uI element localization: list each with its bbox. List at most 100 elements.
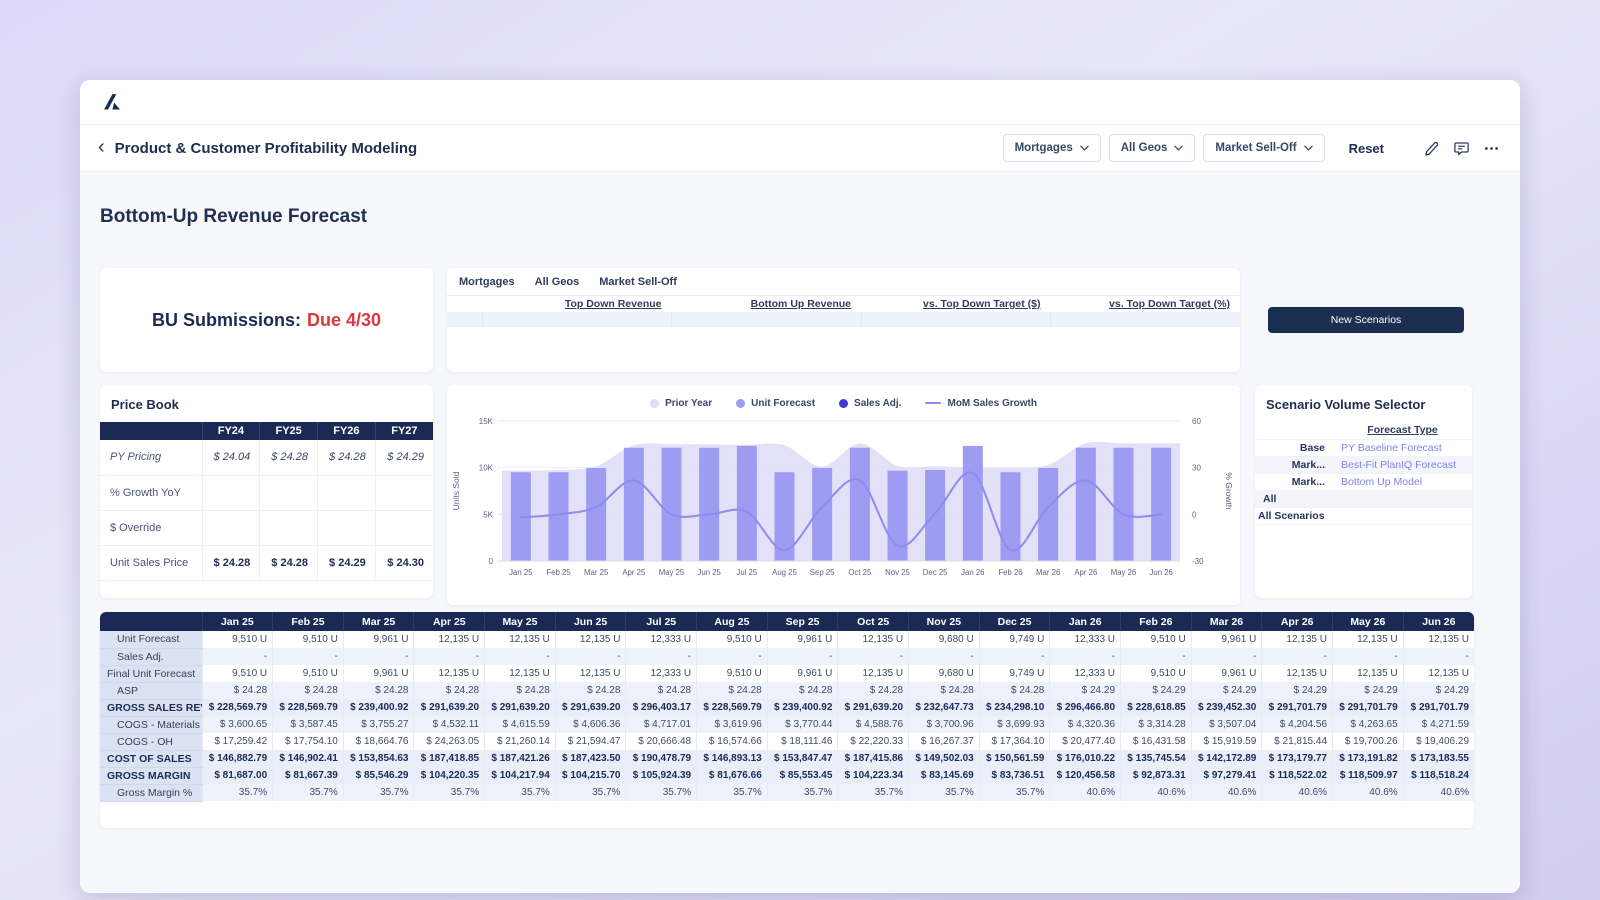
- filter-dropdown-market-sell-off[interactable]: Market Sell-Off: [1203, 134, 1324, 162]
- forecast-cell[interactable]: $ 17,754.10: [273, 733, 344, 750]
- forecast-cell[interactable]: 35.7%: [838, 784, 909, 801]
- forecast-cell[interactable]: $ 24.29: [1191, 682, 1262, 699]
- forecast-cell[interactable]: 12,135 U: [555, 665, 626, 682]
- ellipsis-icon[interactable]: [1483, 140, 1500, 157]
- forecast-cell[interactable]: $ 18,111.46: [767, 733, 838, 750]
- forecast-cell[interactable]: 12,333 U: [626, 631, 697, 648]
- forecast-cell[interactable]: $ 17,364.10: [979, 733, 1050, 750]
- forecast-cell[interactable]: $ 21,815.44: [1262, 733, 1333, 750]
- forecast-cell[interactable]: $ 24.28: [979, 682, 1050, 699]
- forecast-cell[interactable]: 35.7%: [273, 784, 344, 801]
- forecast-cell[interactable]: 9,510 U: [273, 631, 344, 648]
- filter-dropdown-all-geos[interactable]: All Geos: [1109, 134, 1196, 162]
- forecast-cell[interactable]: 12,135 U: [1333, 665, 1404, 682]
- forecast-cell[interactable]: -: [1191, 648, 1262, 665]
- forecast-cell[interactable]: $ 135,745.54: [1121, 750, 1192, 767]
- forecast-cell[interactable]: -: [909, 648, 980, 665]
- forecast-cell[interactable]: -: [1262, 648, 1333, 665]
- forecast-cell[interactable]: 9,749 U: [979, 665, 1050, 682]
- forecast-cell[interactable]: $ 173,179.77: [1262, 750, 1333, 767]
- forecast-cell[interactable]: $ 239,452.30: [1191, 699, 1262, 716]
- forecast-cell[interactable]: -: [626, 648, 697, 665]
- forecast-cell[interactable]: $ 4,204.56: [1262, 716, 1333, 733]
- forecast-cell[interactable]: $ 228,618.85: [1121, 699, 1192, 716]
- forecast-cell[interactable]: $ 24.29: [1333, 682, 1404, 699]
- forecast-cell[interactable]: $ 291,639.20: [555, 699, 626, 716]
- forecast-cell[interactable]: 40.6%: [1050, 784, 1121, 801]
- forecast-cell[interactable]: $ 24,263.05: [414, 733, 485, 750]
- forecast-cell[interactable]: $ 24.28: [485, 682, 556, 699]
- forecast-cell[interactable]: 35.7%: [555, 784, 626, 801]
- forecast-cell[interactable]: $ 118,509.97: [1333, 767, 1404, 784]
- forecast-cell[interactable]: $ 291,639.20: [414, 699, 485, 716]
- back-chevron-icon[interactable]: ‹: [98, 137, 105, 157]
- price-book-cell[interactable]: $ 24.30: [375, 545, 433, 580]
- forecast-cell[interactable]: $ 24.28: [838, 682, 909, 699]
- forecast-cell[interactable]: -: [1050, 648, 1121, 665]
- forecast-cell[interactable]: $ 232,647.73: [909, 699, 980, 716]
- forecast-cell[interactable]: $ 146,882.79: [202, 750, 273, 767]
- forecast-cell[interactable]: $ 228,569.79: [273, 699, 344, 716]
- forecast-cell[interactable]: $ 187,421.26: [485, 750, 556, 767]
- forecast-cell[interactable]: $ 19,406.29: [1403, 733, 1474, 750]
- forecast-cell[interactable]: $ 3,619.96: [697, 716, 768, 733]
- forecast-cell[interactable]: 9,749 U: [979, 631, 1050, 648]
- forecast-cell[interactable]: $ 296,466.80: [1050, 699, 1121, 716]
- forecast-cell[interactable]: $ 4,263.65: [1333, 716, 1404, 733]
- price-book-cell[interactable]: [202, 475, 260, 510]
- forecast-cell[interactable]: $ 153,854.63: [343, 750, 414, 767]
- price-book-cell[interactable]: $ 24.29: [375, 440, 433, 475]
- forecast-cell[interactable]: -: [1333, 648, 1404, 665]
- forecast-cell[interactable]: $ 24.28: [767, 682, 838, 699]
- pencil-icon[interactable]: [1423, 140, 1440, 157]
- forecast-cell[interactable]: 9,961 U: [1191, 665, 1262, 682]
- forecast-cell[interactable]: $ 291,701.79: [1262, 699, 1333, 716]
- forecast-cell[interactable]: -: [555, 648, 626, 665]
- forecast-cell[interactable]: 35.7%: [979, 784, 1050, 801]
- forecast-cell[interactable]: 40.6%: [1121, 784, 1192, 801]
- forecast-cell[interactable]: $ 146,893.13: [697, 750, 768, 767]
- scenario-forecast-type-link[interactable]: Bottom Up Model: [1333, 473, 1472, 490]
- forecast-cell[interactable]: 12,135 U: [838, 631, 909, 648]
- forecast-cell[interactable]: 9,961 U: [343, 665, 414, 682]
- forecast-cell[interactable]: $ 24.28: [626, 682, 697, 699]
- forecast-cell[interactable]: 9,961 U: [767, 631, 838, 648]
- forecast-cell[interactable]: $ 92,873.31: [1121, 767, 1192, 784]
- scenario-forecast-type-link[interactable]: Best-Fit PlanIQ Forecast: [1333, 456, 1472, 473]
- forecast-cell[interactable]: -: [414, 648, 485, 665]
- forecast-cell[interactable]: $ 4,717.01: [626, 716, 697, 733]
- forecast-cell[interactable]: $ 97,279.41: [1191, 767, 1262, 784]
- forecast-cell[interactable]: $ 187,423.50: [555, 750, 626, 767]
- price-book-cell[interactable]: [375, 475, 433, 510]
- forecast-cell[interactable]: -: [697, 648, 768, 665]
- forecast-cell[interactable]: $ 146,902.41: [273, 750, 344, 767]
- forecast-cell[interactable]: 35.7%: [202, 784, 273, 801]
- forecast-cell[interactable]: $ 239,400.92: [767, 699, 838, 716]
- forecast-cell[interactable]: $ 21,260.14: [485, 733, 556, 750]
- forecast-cell[interactable]: $ 20,477.40: [1050, 733, 1121, 750]
- forecast-cell[interactable]: $ 3,507.04: [1191, 716, 1262, 733]
- forecast-cell[interactable]: $ 4,615.59: [485, 716, 556, 733]
- forecast-cell[interactable]: $ 24.29: [1403, 682, 1474, 699]
- forecast-cell[interactable]: 12,333 U: [626, 665, 697, 682]
- forecast-cell[interactable]: -: [202, 648, 273, 665]
- forecast-cell[interactable]: 12,135 U: [1403, 665, 1474, 682]
- forecast-cell[interactable]: $ 142,172.89: [1191, 750, 1262, 767]
- target-grid-cell[interactable]: [1051, 312, 1241, 327]
- forecast-cell[interactable]: $ 190,478.79: [626, 750, 697, 767]
- forecast-cell[interactable]: 35.7%: [626, 784, 697, 801]
- forecast-cell[interactable]: 9,510 U: [697, 631, 768, 648]
- forecast-cell[interactable]: -: [1121, 648, 1192, 665]
- forecast-cell[interactable]: $ 24.29: [1262, 682, 1333, 699]
- price-book-cell[interactable]: $ 24.28: [260, 440, 318, 475]
- target-grid-cell[interactable]: [861, 312, 1051, 327]
- forecast-cell[interactable]: $ 239,400.92: [343, 699, 414, 716]
- price-book-cell[interactable]: [260, 475, 318, 510]
- forecast-cell[interactable]: $ 24.29: [1050, 682, 1121, 699]
- forecast-cell[interactable]: $ 3,587.45: [273, 716, 344, 733]
- forecast-cell[interactable]: $ 291,701.79: [1333, 699, 1404, 716]
- price-book-cell[interactable]: $ 24.29: [318, 545, 376, 580]
- forecast-cell[interactable]: 12,135 U: [1403, 631, 1474, 648]
- price-book-cell[interactable]: [260, 510, 318, 545]
- forecast-cell[interactable]: $ 4,606.36: [555, 716, 626, 733]
